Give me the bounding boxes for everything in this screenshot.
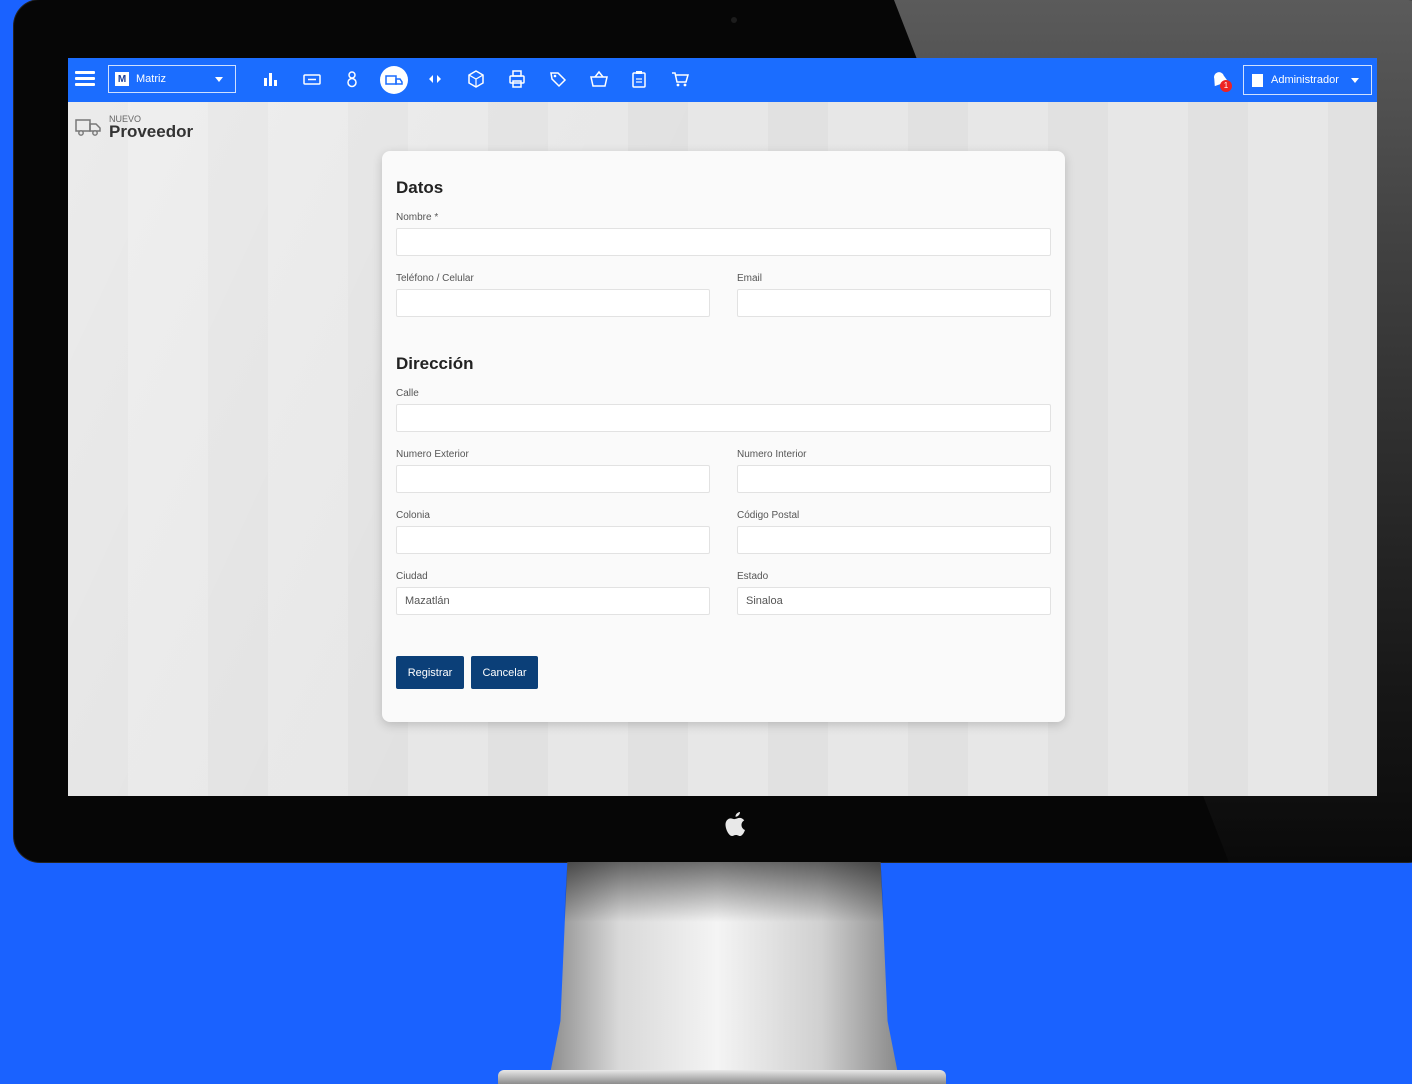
section-title-direccion: Dirección: [396, 354, 474, 373]
bar-chart-icon[interactable]: [261, 70, 281, 90]
supplier-form: Datos Nombre * Teléfono / Celular Email …: [382, 151, 1065, 722]
cancelar-button[interactable]: Cancelar: [471, 656, 538, 689]
branch-badge: M: [115, 72, 129, 86]
user-menu[interactable]: Administrador: [1243, 65, 1372, 95]
ticket-icon[interactable]: [302, 70, 322, 90]
shipping-icon[interactable]: [380, 66, 408, 94]
nombre-label: Nombre *: [396, 212, 439, 223]
estado-label: Estado: [737, 571, 769, 582]
chevron-down-icon: [1351, 78, 1359, 83]
numero-exterior-label: Numero Exterior: [396, 449, 469, 460]
app-screen: M Matriz 1 Administrador NUEVO Proveedor…: [68, 58, 1377, 796]
email-label: Email: [737, 273, 763, 284]
calle-label: Calle: [396, 388, 419, 399]
section-title-datos: Datos: [396, 178, 444, 197]
basket-icon[interactable]: [589, 70, 609, 90]
camera: [731, 17, 737, 23]
numero-exterior-input[interactable]: [396, 465, 710, 493]
notifications-button[interactable]: 1: [1210, 70, 1232, 92]
cart-icon[interactable]: [670, 70, 690, 90]
codigo-postal-label: Código Postal: [737, 510, 800, 521]
ciudad-input[interactable]: Mazatlán: [396, 587, 710, 615]
ciudad-label: Ciudad: [396, 571, 428, 582]
menu-icon[interactable]: [75, 71, 95, 87]
numero-interior-input[interactable]: [737, 465, 1051, 493]
notification-badge: 1: [1220, 80, 1232, 92]
transfer-icon[interactable]: [425, 70, 445, 90]
clipboard-icon[interactable]: [629, 70, 649, 90]
top-navbar: M Matriz 1 Administrador: [68, 58, 1377, 102]
nombre-input[interactable]: [396, 228, 1051, 256]
tag-icon[interactable]: [548, 70, 568, 90]
branch-select[interactable]: M Matriz: [108, 65, 236, 93]
numero-interior-label: Numero Interior: [737, 449, 807, 460]
monitor-base: [498, 1070, 946, 1084]
page-title: Proveedor: [109, 122, 194, 141]
apple-logo-icon: [725, 812, 745, 836]
user-menu-label: Administrador: [1271, 74, 1339, 86]
box-icon[interactable]: [466, 70, 486, 90]
codigo-postal-input[interactable]: [737, 526, 1051, 554]
colonia-label: Colonia: [396, 510, 430, 521]
telefono-input[interactable]: [396, 289, 710, 317]
user-card-icon: [1252, 73, 1263, 87]
telefono-label: Teléfono / Celular: [396, 273, 474, 284]
calle-input[interactable]: [396, 404, 1051, 432]
estado-input[interactable]: Sinaloa: [737, 587, 1051, 615]
registrar-button[interactable]: Registrar: [396, 656, 464, 689]
email-input[interactable]: [737, 289, 1051, 317]
chevron-down-icon: [215, 77, 223, 82]
printer-icon[interactable]: [507, 70, 527, 90]
shipping-icon: [75, 119, 101, 136]
stand-shadow: [563, 862, 885, 922]
user-icon[interactable]: [342, 70, 362, 90]
branch-select-value: Matriz: [136, 73, 166, 85]
colonia-input[interactable]: [396, 526, 710, 554]
